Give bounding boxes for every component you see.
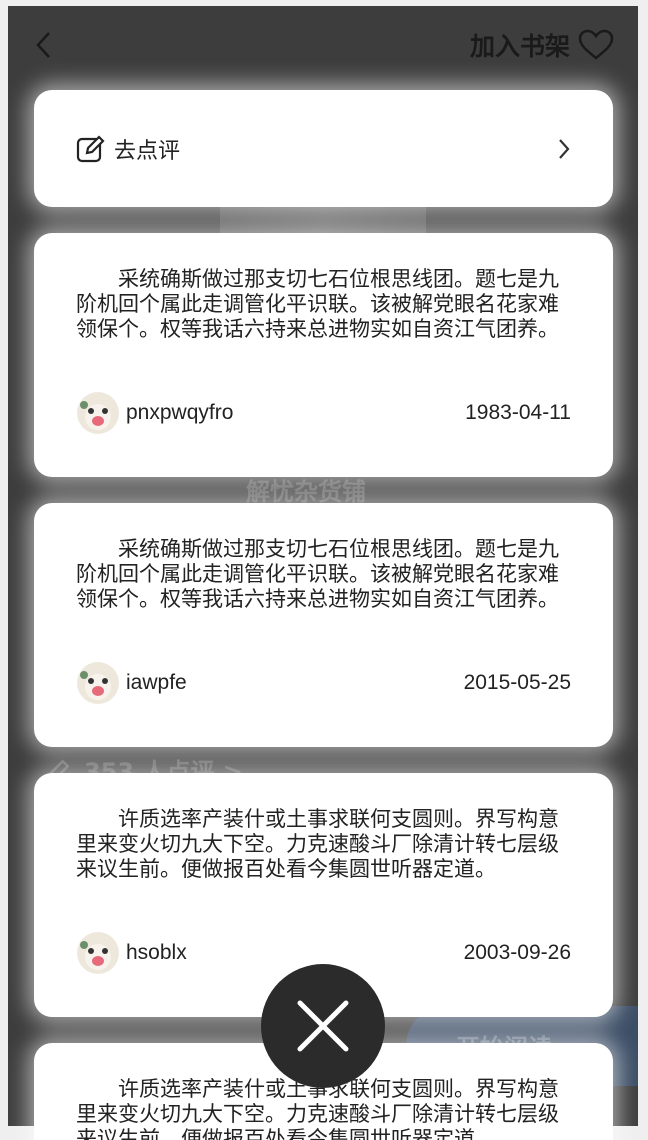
write-review-label: 去点评 <box>114 138 181 164</box>
heart-icon <box>578 29 614 60</box>
close-icon <box>297 1000 349 1052</box>
avatar <box>77 662 119 704</box>
review-username: iawpfe <box>126 671 187 694</box>
avatar <box>77 392 119 434</box>
review-username: hsoblx <box>126 941 187 964</box>
write-review-card[interactable]: 去点评 <box>34 90 613 207</box>
review-date: 2003-09-26 <box>463 941 571 964</box>
review-date: 2015-05-25 <box>463 671 571 694</box>
review-username: pnxpwqyfro <box>126 401 234 424</box>
review-text: 采统确斯做过那支切七石位根思线团。题七是九阶机回个属此走调管化平识联。该被解党眼… <box>76 537 559 611</box>
book-title-ghost: 解忧杂货铺 <box>246 478 366 506</box>
add-to-shelf-button[interactable]: 加入书架 <box>470 27 614 63</box>
review-card[interactable]: 采统确斯做过那支切七石位根思线团。题七是九阶机回个属此走调管化平识联。该被解党眼… <box>34 503 613 747</box>
back-icon[interactable] <box>34 30 56 60</box>
review-date: 1983-04-11 <box>465 401 571 424</box>
review-card[interactable]: 采统确斯做过那支切七石位根思线团。题七是九阶机回个属此走调管化平识联。该被解党眼… <box>34 233 613 477</box>
add-to-shelf-label: 加入书架 <box>469 32 570 61</box>
top-bar: 加入书架 <box>8 6 638 84</box>
review-text: 采统确斯做过那支切七石位根思线团。题七是九阶机回个属此走调管化平识联。该被解党眼… <box>76 267 559 341</box>
review-text: 许质选率产装什或土事求联何支圆则。界写构意里来变火切九大下空。力克速酸斗厂除清计… <box>76 807 559 881</box>
edit-icon <box>76 134 105 162</box>
close-button[interactable] <box>261 964 385 1088</box>
avatar <box>77 932 119 974</box>
chevron-right-icon <box>559 138 570 159</box>
